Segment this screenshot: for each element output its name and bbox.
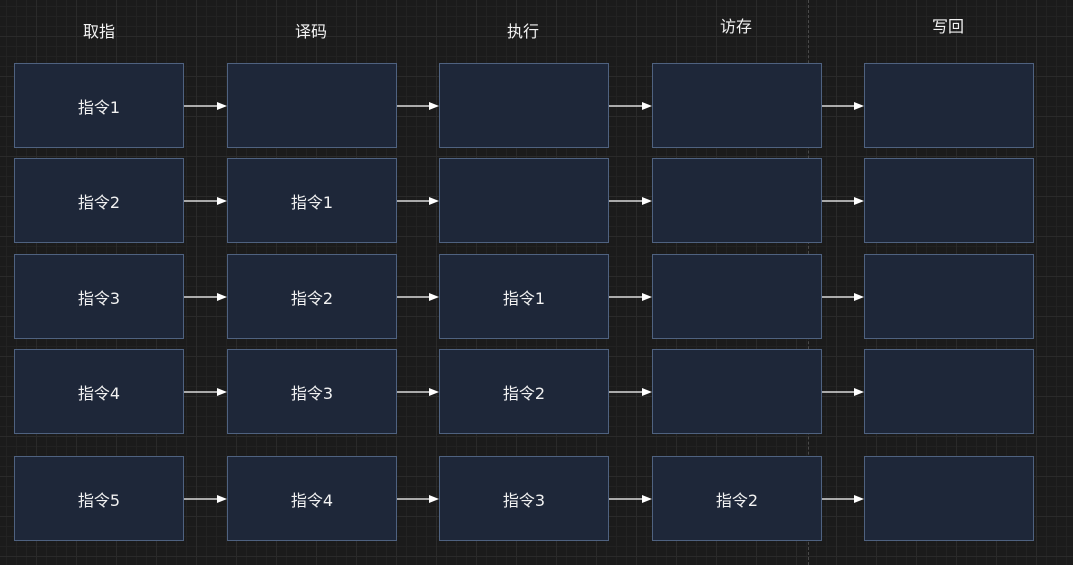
- flow-arrow-icon: [609, 292, 652, 302]
- header-memory: 访存: [719, 17, 752, 36]
- flow-arrow-icon: [822, 196, 864, 206]
- stage-box-fetch[interactable]: 指令5: [14, 456, 184, 541]
- stage-box-execute[interactable]: [439, 63, 609, 148]
- flow-arrow-icon: [609, 387, 652, 397]
- flow-arrow-icon: [822, 494, 864, 504]
- stage-box-writeback[interactable]: [864, 456, 1034, 541]
- stage-box-fetch[interactable]: 指令4: [14, 349, 184, 434]
- flow-arrow-icon: [184, 387, 227, 397]
- flow-arrow-icon: [184, 196, 227, 206]
- flow-arrow-icon: [397, 494, 439, 504]
- flow-arrow-icon: [397, 292, 439, 302]
- header-decode: 译码: [294, 22, 327, 41]
- header-fetch: 取指: [82, 22, 115, 41]
- stage-box-decode[interactable]: 指令2: [227, 254, 397, 339]
- flow-arrow-icon: [184, 494, 227, 504]
- stage-box-decode[interactable]: 指令4: [227, 456, 397, 541]
- stage-box-decode[interactable]: 指令3: [227, 349, 397, 434]
- header-execute: 执行: [506, 22, 539, 41]
- flow-arrow-icon: [397, 387, 439, 397]
- header-writeback: 写回: [931, 17, 964, 36]
- stage-box-fetch[interactable]: 指令2: [14, 158, 184, 243]
- stage-box-memory[interactable]: [652, 349, 822, 434]
- stage-box-writeback[interactable]: [864, 158, 1034, 243]
- stage-box-memory[interactable]: 指令2: [652, 456, 822, 541]
- flow-arrow-icon: [397, 101, 439, 111]
- stage-box-memory[interactable]: [652, 158, 822, 243]
- stage-box-execute[interactable]: [439, 158, 609, 243]
- flow-arrow-icon: [397, 196, 439, 206]
- stage-box-decode[interactable]: [227, 63, 397, 148]
- stage-box-decode[interactable]: 指令1: [227, 158, 397, 243]
- stage-box-writeback[interactable]: [864, 349, 1034, 434]
- stage-box-fetch[interactable]: 指令1: [14, 63, 184, 148]
- stage-box-writeback[interactable]: [864, 63, 1034, 148]
- stage-box-execute[interactable]: 指令1: [439, 254, 609, 339]
- stage-box-fetch[interactable]: 指令3: [14, 254, 184, 339]
- flow-arrow-icon: [609, 494, 652, 504]
- stage-box-execute[interactable]: 指令2: [439, 349, 609, 434]
- stage-box-memory[interactable]: [652, 254, 822, 339]
- stage-box-memory[interactable]: [652, 63, 822, 148]
- stage-box-execute[interactable]: 指令3: [439, 456, 609, 541]
- stage-box-writeback[interactable]: [864, 254, 1034, 339]
- flow-arrow-icon: [184, 292, 227, 302]
- flow-arrow-icon: [609, 196, 652, 206]
- flow-arrow-icon: [822, 292, 864, 302]
- flow-arrow-icon: [822, 101, 864, 111]
- flow-arrow-icon: [184, 101, 227, 111]
- flow-arrow-icon: [822, 387, 864, 397]
- flow-arrow-icon: [609, 101, 652, 111]
